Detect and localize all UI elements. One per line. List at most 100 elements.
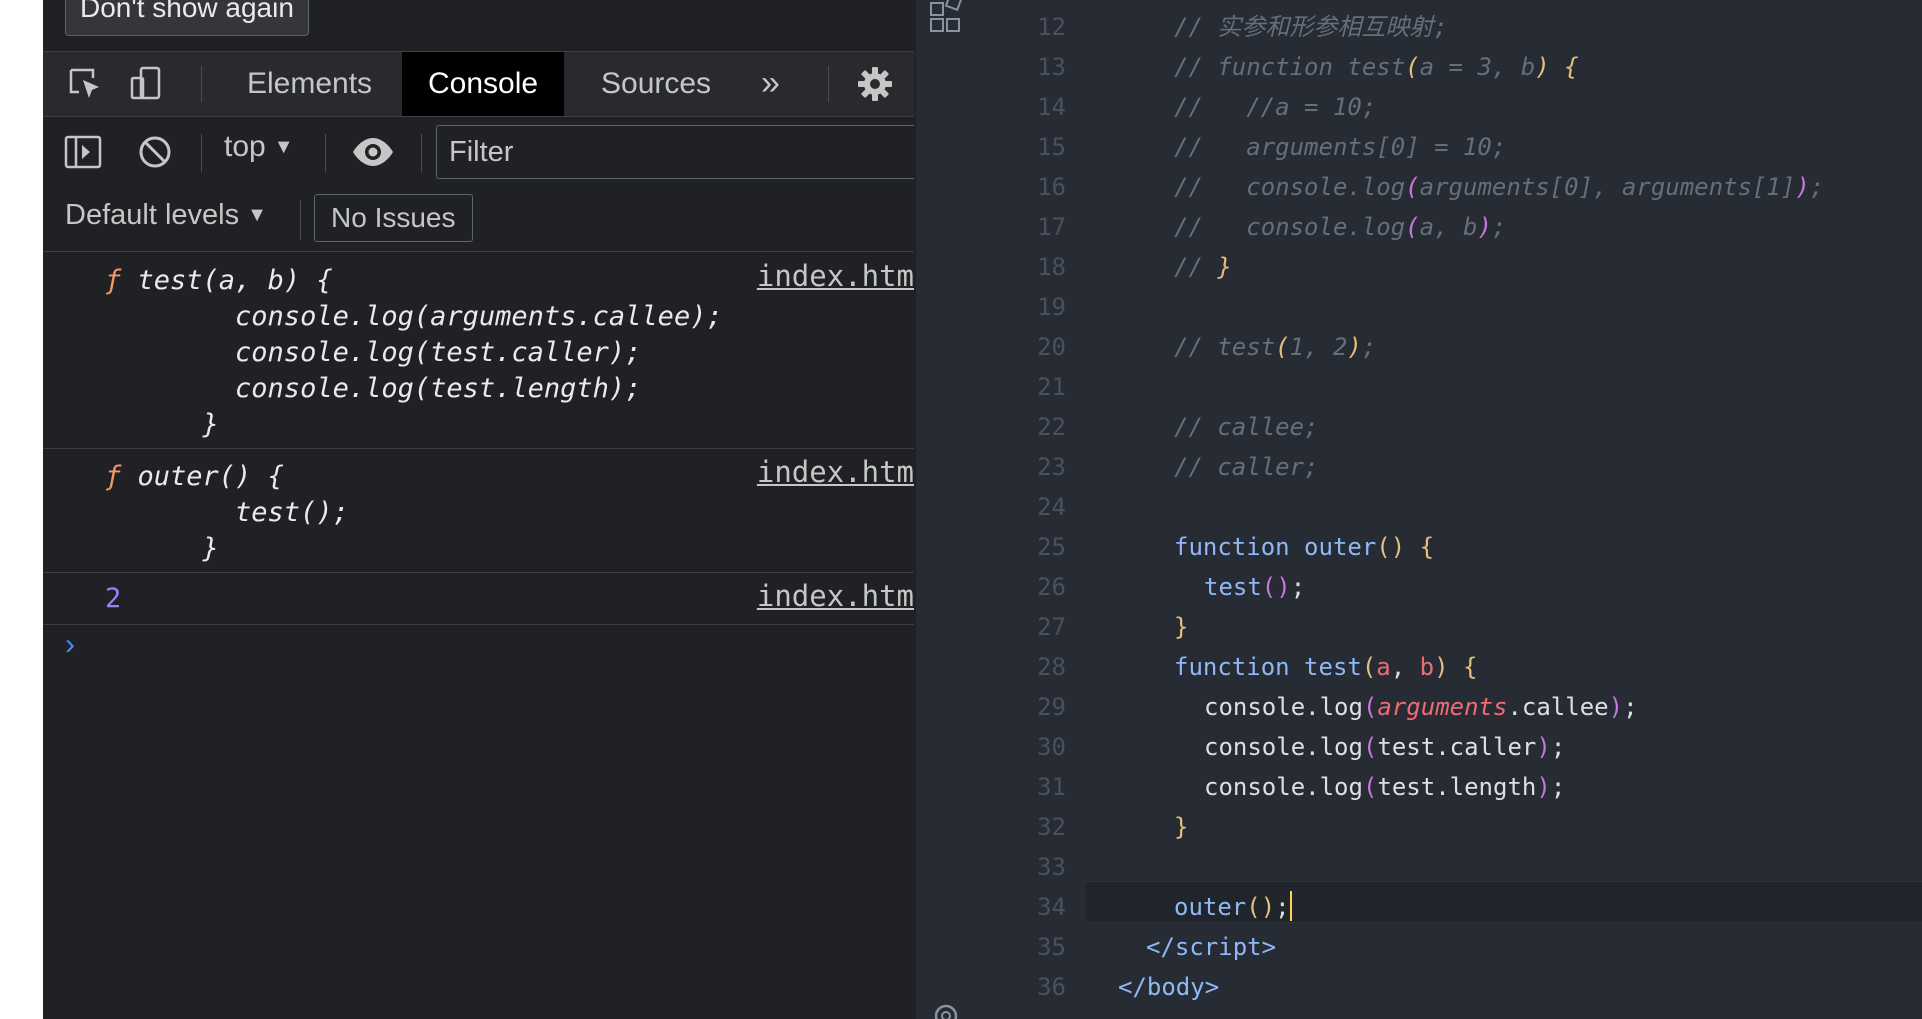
tab-console[interactable]: Console <box>402 52 565 116</box>
text-caret <box>1289 891 1292 921</box>
tab-sources[interactable]: Sources <box>575 52 737 116</box>
comment: // caller; <box>1174 453 1319 481</box>
line-number: 20 <box>1037 333 1066 361</box>
sidebar-toggle-icon[interactable] <box>63 132 103 172</box>
line-number: 16 <box>1037 173 1066 201</box>
device-toolbar-icon[interactable] <box>127 64 167 104</box>
line-number: 14 <box>1037 93 1066 121</box>
divider <box>828 66 829 102</box>
code-line: console.log(test.caller); <box>1204 733 1566 761</box>
line-number: 12 <box>1037 13 1066 41</box>
extensions-icon[interactable] <box>928 0 964 36</box>
function-keyword: ƒ <box>105 461 122 492</box>
code-line: // test(1, 2); <box>1174 333 1377 361</box>
clear-console-icon[interactable] <box>135 132 175 172</box>
divider <box>325 134 326 172</box>
line-number: 33 <box>1037 853 1066 881</box>
editor-sidebar <box>916 0 988 1019</box>
line-number: 36 <box>1037 973 1066 1001</box>
comment: // arguments[0] = 10; <box>1174 133 1507 161</box>
line-number: 32 <box>1037 813 1066 841</box>
line-number: 35 <box>1037 933 1066 961</box>
line-number: 15 <box>1037 133 1066 161</box>
line-number: 18 <box>1037 253 1066 281</box>
code-line: outer(); <box>1174 891 1292 921</box>
dropdown-caret-icon: ▼ <box>273 136 294 158</box>
issues-button[interactable]: No Issues <box>314 194 473 242</box>
code-line: test(); <box>1204 573 1306 601</box>
filter-input[interactable] <box>437 126 914 178</box>
line-number: 31 <box>1037 773 1066 801</box>
code-line: // callee; <box>1174 407 1319 447</box>
code-line: console.log(test.length); <box>105 373 642 404</box>
source-link[interactable]: index.htm <box>757 579 914 613</box>
code-line: // console.log(a, b); <box>1174 213 1507 241</box>
line-number: 25 <box>1037 533 1066 561</box>
line-number: 23 <box>1037 453 1066 481</box>
context-selector[interactable]: top ▼ <box>224 130 294 164</box>
more-tabs-button[interactable]: » <box>761 52 780 116</box>
inspect-element-icon[interactable] <box>65 64 105 104</box>
line-number: 28 <box>1037 653 1066 681</box>
code-editor: 12 13 14 15 16 17 18 19 20 21 22 23 24 2… <box>914 0 1922 1019</box>
code-line: } <box>1174 613 1189 641</box>
line-number: 21 <box>1037 373 1066 401</box>
comment: // 实参和形参相互映射; <box>1174 13 1448 41</box>
console-message: ƒ outer() { test(); } index.htm <box>43 449 914 573</box>
context-label: top <box>224 130 266 163</box>
function-keyword: ƒ <box>105 265 122 296</box>
eye-icon[interactable] <box>351 132 393 172</box>
code-line: } <box>105 409 219 440</box>
line-number: 17 <box>1037 213 1066 241</box>
comment: // //a = 10; <box>1174 93 1377 121</box>
line-number: 26 <box>1037 573 1066 601</box>
filter-field[interactable] <box>436 125 914 179</box>
settings-gear-icon[interactable] <box>928 998 964 1019</box>
levels-bar: Default levels ▼ No Issues <box>43 188 914 252</box>
line-number: 29 <box>1037 693 1066 721</box>
code-line: // arguments[0] = 10; <box>1174 127 1506 167</box>
source-link[interactable]: index.htm <box>757 455 914 489</box>
code-line: // function test(a = 3, b) { <box>1174 53 1579 81</box>
code-line: </script> <box>1146 933 1277 961</box>
code-line: </body> <box>1118 973 1220 1001</box>
line-number: 34 <box>1037 893 1066 921</box>
line-number: 22 <box>1037 413 1066 441</box>
code-line: test(a, b) { <box>121 265 333 296</box>
line-number: 30 <box>1037 733 1066 761</box>
code-line: function outer() { <box>1174 533 1435 561</box>
devtools-tab-bar: Elements Console Sources » <box>43 51 914 117</box>
code-line: // } <box>1174 253 1232 281</box>
console-message: 2 index.htm <box>43 573 914 625</box>
line-number: 19 <box>1037 293 1066 321</box>
code-line: // 实参和形参相互映射; <box>1174 7 1448 47</box>
gear-icon[interactable] <box>855 64 895 104</box>
devtools-panel: Don't show again Elements Console Source… <box>43 0 914 1019</box>
source-link[interactable]: index.htm <box>757 259 914 293</box>
levels-label: Default levels <box>65 199 240 231</box>
code-line: console.log(test.caller); <box>105 337 642 368</box>
console-output: ƒ test(a, b) { console.log(arguments.cal… <box>43 253 914 625</box>
code-line: console.log(arguments.callee); <box>1204 693 1638 721</box>
code-line: // console.log(arguments[0], arguments[1… <box>1174 173 1825 201</box>
code-line: outer() { <box>121 461 284 492</box>
code-line: function test(a, b) { <box>1174 653 1478 681</box>
tab-elements[interactable]: Elements <box>221 52 398 116</box>
default-levels-dropdown[interactable]: Default levels ▼ <box>65 199 267 232</box>
code-line: } <box>105 533 219 564</box>
console-prompt[interactable]: › <box>65 628 75 662</box>
divider <box>201 134 202 172</box>
divider <box>201 66 202 102</box>
console-toolbar: top ▼ <box>43 118 914 188</box>
line-number: 27 <box>1037 613 1066 641</box>
code-line: test(); <box>105 497 349 528</box>
code-line: console.log(test.length); <box>1204 773 1566 801</box>
line-number: 24 <box>1037 493 1066 521</box>
console-message: ƒ test(a, b) { console.log(arguments.cal… <box>43 253 914 449</box>
comment: // callee; <box>1174 413 1319 441</box>
code-line: // //a = 10; <box>1174 87 1376 127</box>
number-value: 2 <box>105 583 122 614</box>
line-number: 13 <box>1037 53 1066 81</box>
divider <box>421 134 422 172</box>
dont-show-again-button[interactable]: Don't show again <box>65 0 309 36</box>
